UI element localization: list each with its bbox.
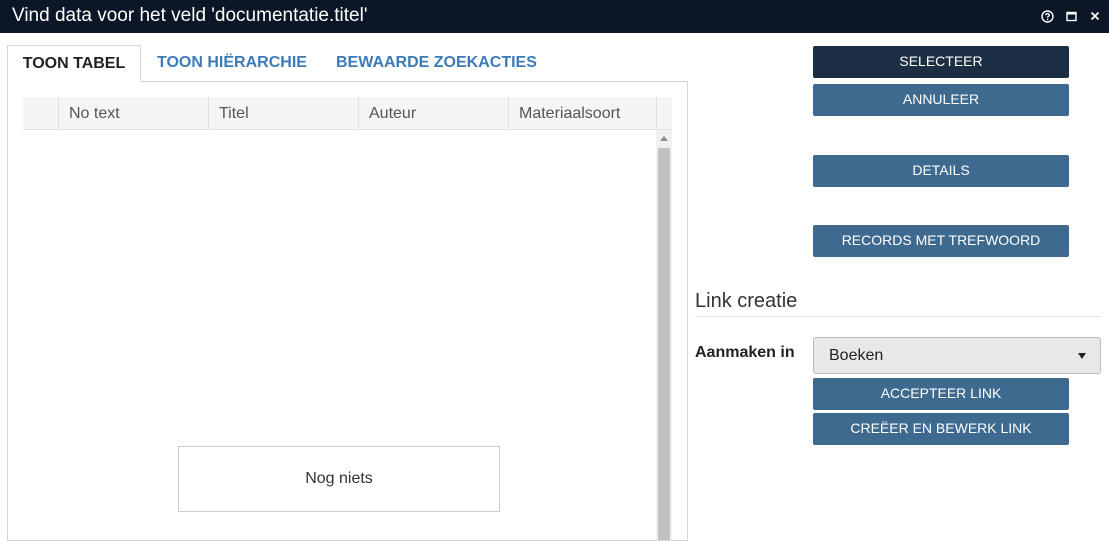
column-header-auteur[interactable]: Auteur [359, 97, 509, 130]
tab-toon-tabel[interactable]: TOON TABEL [7, 45, 141, 82]
scrollbar-thumb[interactable] [658, 148, 670, 540]
column-header-no-text[interactable]: No text [59, 97, 209, 130]
records-with-keyword-button[interactable]: RECORDS MET TREFWOORD [813, 225, 1069, 257]
column-header-titel[interactable]: Titel [209, 97, 359, 130]
tab-bewaarde-zoekacties[interactable]: BEWAARDE ZOEKACTIES [336, 45, 537, 82]
link-creation-heading: Link creatie [695, 290, 798, 312]
tab-toon-hierarchie[interactable]: TOON HIËRARCHIE [157, 45, 307, 82]
section-divider [695, 316, 1101, 317]
empty-state-message: Nog niets [178, 446, 500, 512]
maximize-icon[interactable] [1064, 9, 1078, 23]
help-icon[interactable] [1040, 9, 1054, 23]
create-in-selected-value: Boeken [829, 347, 884, 364]
window-title: Vind data voor het veld 'documentatie.ti… [12, 5, 368, 26]
create-and-edit-link-button[interactable]: CREËER EN BEWERK LINK [813, 413, 1069, 445]
select-button[interactable]: SELECTEER [813, 46, 1069, 78]
close-icon[interactable] [1088, 9, 1102, 23]
scroll-up-arrow-icon[interactable] [656, 130, 672, 146]
table-header: No text Titel Auteur Materiaalsoort [23, 97, 672, 130]
window-titlebar: Vind data voor het veld 'documentatie.ti… [0, 0, 1109, 33]
cancel-button[interactable]: ANNULEER [813, 84, 1069, 116]
create-in-label: Aanmaken in [695, 344, 795, 361]
details-button[interactable]: DETAILS [813, 155, 1069, 187]
column-header-select[interactable] [23, 97, 59, 130]
accept-link-button[interactable]: ACCEPTEER LINK [813, 378, 1069, 410]
create-in-select[interactable]: Boeken [813, 337, 1101, 374]
table-scrollbar[interactable] [656, 130, 672, 540]
column-header-materiaalsoort[interactable]: Materiaalsoort [509, 97, 657, 130]
chevron-down-icon [1078, 353, 1086, 359]
